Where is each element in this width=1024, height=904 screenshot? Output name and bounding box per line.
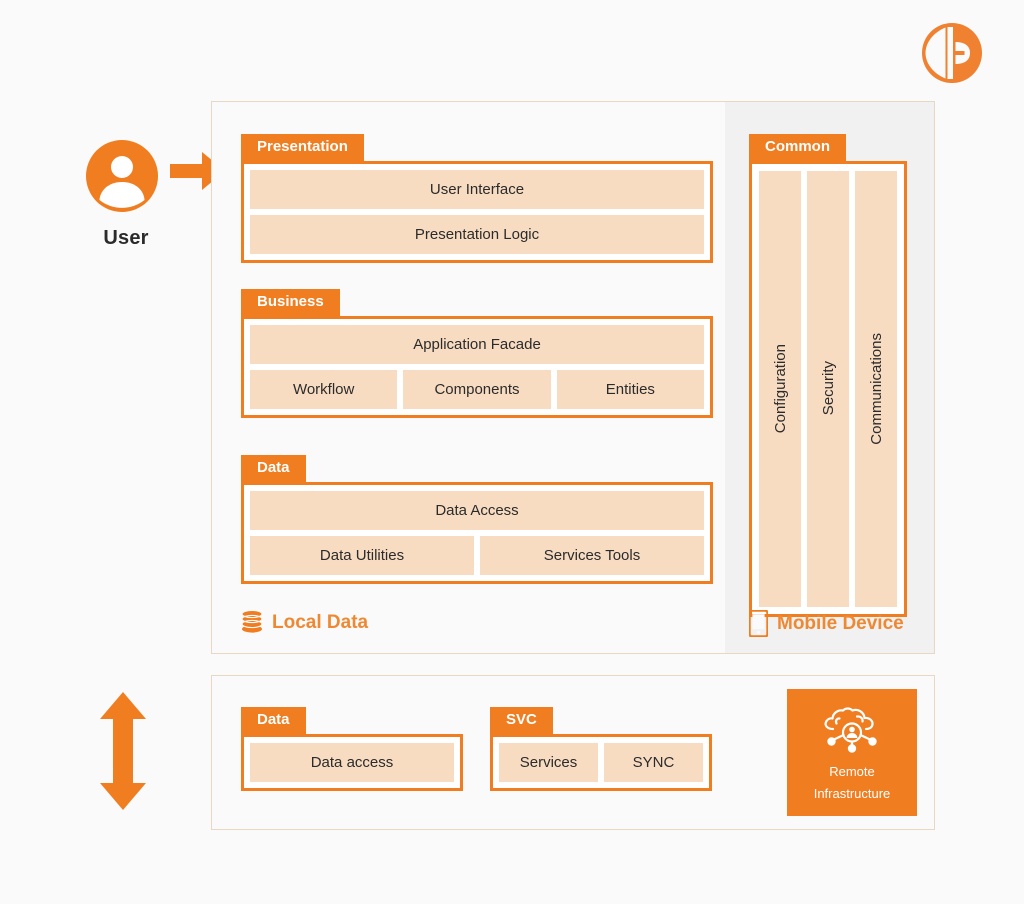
tier-row: Data Access bbox=[250, 490, 704, 530]
circular-b-logo-icon bbox=[922, 23, 982, 83]
mobile-device-label: Mobile Device bbox=[777, 612, 904, 634]
tier-svc-tab: SVC bbox=[490, 707, 553, 735]
component-data-utilities[interactable]: Data Utilities bbox=[250, 535, 474, 575]
tier-data[interactable]: Data Data Access Data Utilities Services… bbox=[241, 455, 713, 584]
tier-business-body: Application Facade Workflow Components E… bbox=[241, 315, 713, 418]
component-communications-label: Communications bbox=[867, 332, 885, 445]
tier-common[interactable]: Common Configuration Security Communicat… bbox=[749, 134, 907, 617]
tier-svc[interactable]: SVC Services SYNC bbox=[490, 707, 712, 791]
remote-infrastructure-block[interactable]: Remote Infrastructure bbox=[787, 689, 917, 816]
tier-presentation[interactable]: Presentation User Interface Presentation… bbox=[241, 134, 713, 263]
tier-business[interactable]: Business Application Facade Workflow Com… bbox=[241, 289, 713, 418]
tier-row: Services SYNC bbox=[499, 742, 703, 782]
component-remote-data-access[interactable]: Data access bbox=[250, 742, 454, 782]
user-label: User bbox=[103, 227, 149, 249]
component-security[interactable]: Security bbox=[807, 170, 849, 607]
component-sync[interactable]: SYNC bbox=[604, 742, 703, 782]
cloud-user-network-icon bbox=[824, 707, 877, 753]
tier-remote-data-body: Data access bbox=[241, 733, 463, 791]
component-components[interactable]: Components bbox=[403, 369, 551, 409]
tier-row: Workflow Components Entities bbox=[250, 369, 704, 409]
local-data-caption: Local Data bbox=[241, 610, 368, 636]
tier-presentation-tab: Presentation bbox=[241, 134, 364, 162]
mobile-phone-icon bbox=[749, 610, 768, 637]
user-actor: User bbox=[86, 140, 166, 250]
user-avatar-icon bbox=[86, 140, 158, 212]
tier-remote-data-tab: Data bbox=[241, 707, 306, 735]
component-presentation-logic[interactable]: Presentation Logic bbox=[250, 214, 704, 254]
tier-row: Application Facade bbox=[250, 324, 704, 364]
tier-presentation-body: User Interface Presentation Logic bbox=[241, 160, 713, 263]
tier-common-tab: Common bbox=[749, 134, 846, 162]
component-entities[interactable]: Entities bbox=[556, 369, 704, 409]
component-user-interface[interactable]: User Interface bbox=[250, 169, 704, 209]
tier-data-body: Data Access Data Utilities Services Tool… bbox=[241, 481, 713, 584]
component-services[interactable]: Services bbox=[499, 742, 598, 782]
tier-svc-body: Services SYNC bbox=[490, 733, 712, 791]
tier-data-tab: Data bbox=[241, 455, 306, 483]
tier-row: Data access bbox=[250, 742, 454, 782]
database-icon bbox=[241, 610, 263, 633]
vertical-double-arrow-icon bbox=[100, 692, 146, 810]
component-configuration[interactable]: Configuration bbox=[759, 170, 801, 607]
component-configuration-label: Configuration bbox=[771, 343, 789, 434]
mobile-device-caption: Mobile Device bbox=[749, 610, 904, 637]
tier-row: User Interface bbox=[250, 169, 704, 209]
remote-infrastructure-line1: Remote bbox=[829, 763, 875, 779]
tier-remote-data[interactable]: Data Data access bbox=[241, 707, 463, 791]
component-data-access[interactable]: Data Access bbox=[250, 490, 704, 530]
component-communications[interactable]: Communications bbox=[855, 170, 897, 607]
tier-business-tab: Business bbox=[241, 289, 340, 317]
tier-row: Presentation Logic bbox=[250, 214, 704, 254]
component-workflow[interactable]: Workflow bbox=[250, 369, 398, 409]
component-services-tools[interactable]: Services Tools bbox=[480, 535, 704, 575]
component-application-facade[interactable]: Application Facade bbox=[250, 324, 704, 364]
remote-infrastructure-line2: Infrastructure bbox=[813, 785, 891, 801]
company-logo bbox=[921, 22, 983, 84]
local-data-label: Local Data bbox=[272, 612, 369, 633]
tier-common-body: Configuration Security Communications bbox=[749, 160, 907, 617]
component-security-label: Security bbox=[819, 361, 837, 416]
tier-row: Data Utilities Services Tools bbox=[250, 535, 704, 575]
